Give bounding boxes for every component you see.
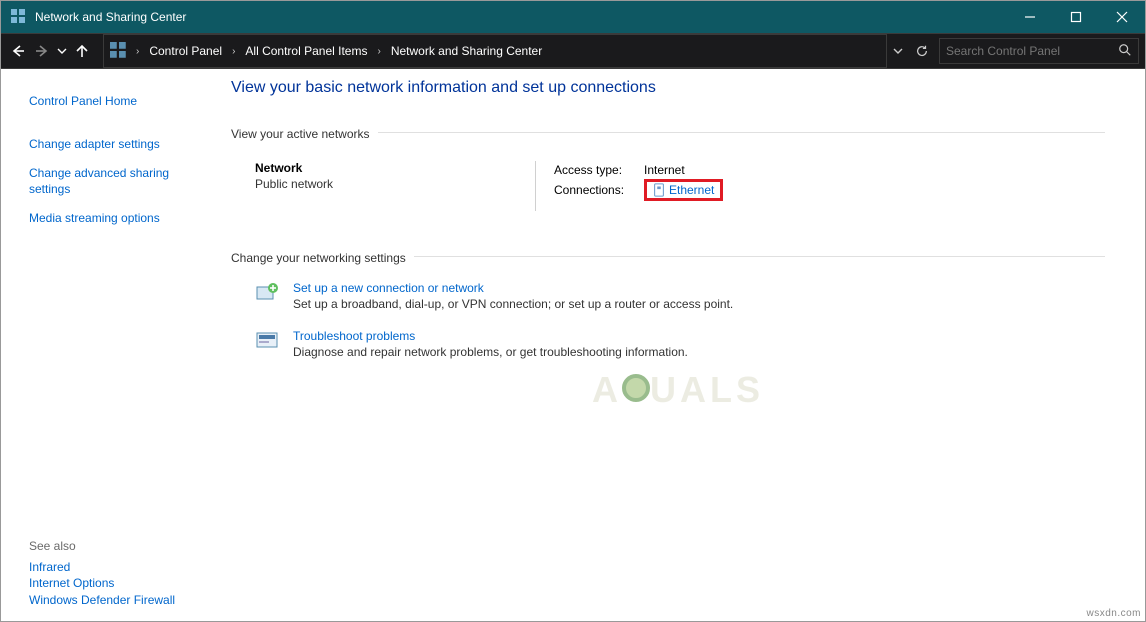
setting-item-troubleshoot[interactable]: Troubleshoot problems Diagnose and repai…: [255, 329, 1105, 359]
active-networks: Network Public network Access type: Inte…: [255, 161, 1105, 211]
refresh-button[interactable]: [911, 44, 933, 58]
vertical-divider: [535, 161, 536, 211]
address-dropdown[interactable]: [891, 46, 905, 56]
chevron-right-icon[interactable]: ›: [136, 46, 139, 57]
sidebar-link[interactable]: Media streaming options: [29, 210, 197, 227]
troubleshoot-icon: [255, 331, 281, 353]
close-button[interactable]: [1099, 1, 1145, 33]
setting-desc: Set up a broadband, dial-up, or VPN conn…: [293, 297, 733, 311]
breadcrumb-item[interactable]: Control Panel: [143, 44, 228, 58]
chevron-right-icon[interactable]: ›: [232, 46, 235, 57]
see-also-header: See also: [29, 539, 197, 553]
history-dropdown[interactable]: [55, 46, 69, 56]
window-title: Network and Sharing Center: [35, 10, 1007, 24]
sidebar-link[interactable]: Change adapter settings: [29, 136, 197, 153]
back-button[interactable]: [7, 40, 29, 62]
page-title: View your basic network information and …: [231, 79, 1105, 97]
app-icon: [11, 9, 27, 25]
sidebar-home-link[interactable]: Control Panel Home: [29, 93, 197, 110]
access-type-label: Access type:: [554, 163, 644, 177]
source-label: wsxdn.com: [1086, 608, 1141, 619]
new-connection-icon: [255, 283, 281, 305]
setting-item-new-connection[interactable]: Set up a new connection or network Set u…: [255, 281, 1105, 311]
ethernet-icon: [653, 183, 665, 197]
sidebar: Control Panel Home Change adapter settin…: [1, 69, 211, 621]
forward-button[interactable]: [31, 40, 53, 62]
sidebar-see-also-link[interactable]: Windows Defender Firewall: [29, 593, 175, 607]
breadcrumb-item[interactable]: Network and Sharing Center: [385, 44, 548, 58]
breadcrumb-item[interactable]: All Control Panel Items: [239, 44, 373, 58]
maximize-button[interactable]: [1053, 1, 1099, 33]
connection-highlight: Ethernet: [644, 179, 723, 201]
search-input[interactable]: [946, 44, 1118, 58]
sidebar-see-also-link[interactable]: Infrared: [29, 560, 70, 574]
ethernet-link[interactable]: Ethernet: [653, 183, 714, 197]
minimize-button[interactable]: [1007, 1, 1053, 33]
breadcrumb[interactable]: › Control Panel › All Control Panel Item…: [103, 34, 887, 68]
sidebar-link[interactable]: Change advanced sharing settings: [29, 165, 197, 199]
sidebar-see-also-link[interactable]: Internet Options: [29, 576, 114, 590]
network-name: Network: [255, 161, 535, 175]
title-bar: Network and Sharing Center: [1, 1, 1145, 33]
connections-label: Connections:: [554, 183, 644, 197]
setting-title: Set up a new connection or network: [293, 281, 733, 295]
network-type: Public network: [255, 177, 535, 191]
access-type-value: Internet: [644, 163, 685, 177]
chevron-right-icon[interactable]: ›: [377, 46, 380, 57]
main-panel: AUALS View your basic network informatio…: [211, 69, 1145, 621]
search-icon[interactable]: [1118, 43, 1132, 60]
separator: [414, 256, 1105, 257]
search-box[interactable]: [939, 38, 1139, 64]
navigation-bar: › Control Panel › All Control Panel Item…: [1, 33, 1145, 69]
section-header-active-networks: View your active networks: [231, 127, 370, 141]
separator: [378, 132, 1105, 133]
section-header-change-settings: Change your networking settings: [231, 251, 406, 265]
watermark: AUALS: [592, 369, 764, 411]
setting-title: Troubleshoot problems: [293, 329, 688, 343]
setting-desc: Diagnose and repair network problems, or…: [293, 345, 688, 359]
control-panel-icon: [110, 42, 128, 60]
up-button[interactable]: [71, 40, 93, 62]
